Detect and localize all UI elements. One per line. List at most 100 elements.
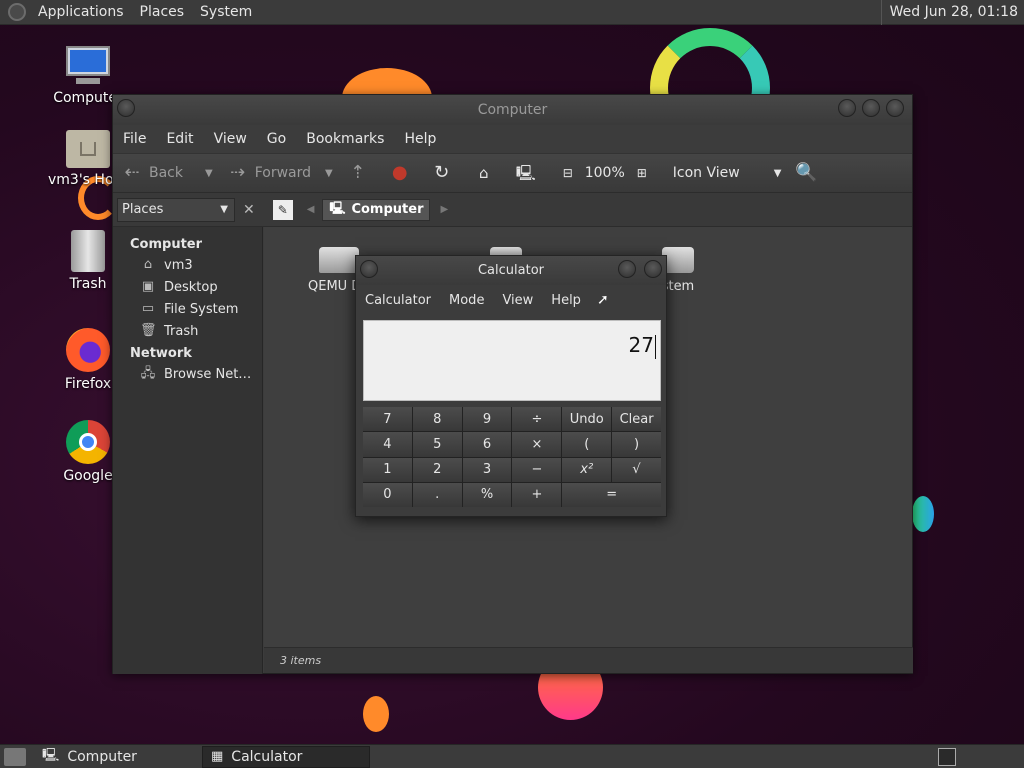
forward-history-dropdown-icon[interactable]: ▼ (325, 168, 333, 179)
drive-icon: ▭ (141, 301, 155, 316)
window-title: Calculator (477, 263, 544, 278)
show-desktop-icon[interactable] (4, 747, 26, 766)
menu-system[interactable]: System (192, 4, 260, 20)
edit-location-icon[interactable]: ✎ (272, 199, 293, 220)
key-add[interactable]: + (512, 482, 562, 507)
menu-go[interactable]: Go (257, 131, 296, 147)
menu-mode[interactable]: Mode (440, 293, 493, 308)
menu-applications[interactable]: Applications (30, 4, 132, 20)
key-equals[interactable]: = (562, 482, 661, 507)
menu-calculator[interactable]: Calculator (356, 293, 440, 308)
home-button[interactable]: ⌂ (473, 162, 501, 184)
zoom-in-icon[interactable]: ⊞ (631, 162, 653, 184)
places-label: Places (122, 202, 164, 217)
key-open-paren[interactable]: ( (562, 432, 612, 457)
sidebar-item-browse-network[interactable]: 🖧 Browse Net… (113, 363, 262, 385)
window-menu-button[interactable] (117, 99, 135, 117)
taskbar-item-computer[interactable]: 🖳 Computer (34, 746, 202, 768)
key-4[interactable]: 4 (363, 432, 412, 457)
up-arrow-icon: ⇡ (350, 162, 366, 183)
search-button[interactable]: 🔍 (795, 162, 823, 184)
display-value: 27 (628, 333, 654, 357)
breadcrumb-computer[interactable]: 🖳 Computer (322, 198, 431, 221)
stop-button[interactable]: ● (389, 162, 417, 184)
sidebar-item-filesystem[interactable]: ▭ File System (113, 298, 262, 320)
back-label: Back (149, 165, 183, 181)
calculator-titlebar[interactable]: Calculator (356, 256, 666, 285)
places-selector[interactable]: Places ▼ (117, 197, 235, 222)
key-7[interactable]: 7 (363, 407, 412, 432)
menu-help[interactable]: Help (394, 131, 446, 147)
clock[interactable]: Wed Jun 28, 01:18 (880, 0, 1024, 25)
calculator-keypad: 7 8 9 ÷ Undo Clear 4 5 6 × ( ) 1 2 3 − x… (363, 407, 661, 507)
calculator-display[interactable]: 27 (363, 320, 661, 401)
key-multiply[interactable]: × (512, 432, 562, 457)
back-history-dropdown-icon[interactable]: ▼ (205, 168, 213, 179)
workspace-switcher-icon[interactable] (938, 748, 956, 766)
desktop-folder-icon: ▣ (141, 279, 155, 294)
network-icon: 🖧 (140, 366, 156, 381)
computer-icon: 🖳 (515, 164, 536, 182)
menu-view[interactable]: View (204, 131, 257, 147)
reload-icon: ↻ (434, 162, 450, 183)
key-decimal[interactable]: . (412, 482, 462, 507)
key-divide[interactable]: ÷ (512, 407, 562, 432)
forward-button[interactable]: ⇢ Forward ▼ (227, 162, 333, 184)
close-button[interactable] (644, 260, 662, 278)
key-2[interactable]: 2 (412, 457, 462, 482)
menu-help[interactable]: Help (542, 293, 590, 308)
key-3[interactable]: 3 (462, 457, 512, 482)
menu-file[interactable]: File (113, 131, 156, 147)
sidebar-header-network: Network (130, 346, 192, 361)
key-6[interactable]: 6 (462, 432, 512, 457)
key-close-paren[interactable]: ) (612, 432, 661, 457)
minimize-button[interactable] (838, 99, 856, 117)
status-bar: 3 items (264, 647, 913, 673)
text-cursor (655, 334, 656, 359)
key-square[interactable]: x² (562, 457, 612, 482)
menu-bookmarks[interactable]: Bookmarks (296, 131, 394, 147)
breadcrumb-left-icon[interactable]: ◀ (307, 204, 315, 215)
window-menu-button[interactable] (360, 260, 378, 278)
reload-button[interactable]: ↻ (431, 162, 459, 184)
key-1[interactable]: 1 (363, 457, 412, 482)
top-panel: Applications Places System Wed Jun 28, 0… (0, 0, 1024, 25)
close-button[interactable] (886, 99, 904, 117)
key-9[interactable]: 9 (462, 407, 512, 432)
computer-icon: 🖳 (42, 747, 60, 763)
taskbar-item-calculator[interactable]: ▦ Calculator (202, 745, 370, 768)
places-sidebar: Computer ⌂ vm3 ▣ Desktop ▭ File System 🗑 Tra… (113, 227, 263, 674)
stop-icon: ● (391, 162, 408, 183)
home-icon: ⌂ (143, 257, 153, 272)
sidebar-item-vm3[interactable]: ⌂ vm3 (113, 254, 262, 276)
minimize-button[interactable] (618, 260, 636, 278)
key-0[interactable]: 0 (363, 482, 412, 507)
breadcrumb-right-icon[interactable]: ▶ (440, 204, 448, 215)
maximize-button[interactable] (862, 99, 880, 117)
back-arrow-icon: ⇠ (124, 162, 140, 183)
back-button[interactable]: ⇠ Back ▼ (121, 162, 213, 184)
view-mode-select[interactable]: Icon View ▼ (673, 165, 782, 181)
menu-edit[interactable]: Edit (156, 131, 203, 147)
menu-view[interactable]: View (493, 293, 542, 308)
zoom-out-icon[interactable]: ⊟ (557, 162, 579, 184)
key-clear[interactable]: Clear (612, 407, 661, 432)
key-5[interactable]: 5 (412, 432, 462, 457)
key-subtract[interactable]: − (512, 457, 562, 482)
key-undo[interactable]: Undo (562, 407, 612, 432)
menu-places[interactable]: Places (132, 4, 193, 20)
up-button[interactable]: ⇡ (347, 162, 375, 184)
key-sqrt[interactable]: √ (612, 457, 661, 482)
key-percent[interactable]: % (462, 482, 512, 507)
sidebar-item-desktop[interactable]: ▣ Desktop (113, 276, 262, 298)
sidebar-item-trash[interactable]: 🗑 Trash (113, 320, 262, 342)
view-mode-value: Icon View (672, 165, 740, 181)
close-sidebar-icon[interactable]: ✕ (243, 202, 255, 218)
applications-logo-icon[interactable] (8, 3, 26, 21)
forward-label: Forward (254, 165, 312, 181)
desktop-icon-label: Trash (69, 276, 107, 292)
key-8[interactable]: 8 (412, 407, 462, 432)
window-title: Computer (477, 102, 548, 118)
computer-button[interactable]: 🖳 (515, 162, 543, 184)
file-manager-titlebar[interactable]: Computer (113, 95, 912, 125)
